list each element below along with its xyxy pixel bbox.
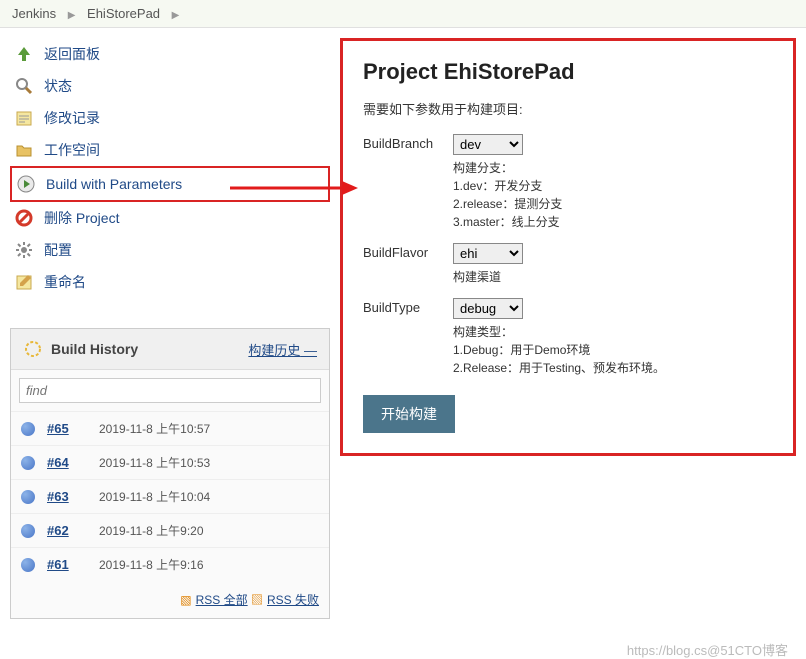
sidebar-item-status[interactable]: 状态: [10, 70, 330, 102]
build-button[interactable]: 开始构建: [363, 395, 455, 433]
breadcrumb-root[interactable]: Jenkins: [12, 6, 56, 21]
type-select[interactable]: debug: [453, 298, 523, 319]
build-history-panel: Build History 构建历史 — #65 2019-11-8 上午10:…: [10, 328, 330, 619]
build-row[interactable]: #64 2019-11-8 上午10:53: [11, 445, 329, 479]
build-history-title: Build History: [51, 341, 138, 357]
sidebar-item-configure[interactable]: 配置: [10, 234, 330, 266]
build-history-search[interactable]: [19, 378, 321, 403]
sidebar-item-label: 返回面板: [44, 44, 100, 64]
gear-icon: [14, 240, 34, 260]
sidebar-item-changes[interactable]: 修改记录: [10, 102, 330, 134]
search-icon: [14, 76, 34, 96]
param-help: 构建类型： 1.Debug：用于Demo环境 2.Release：用于Testi…: [453, 323, 665, 377]
rss-icon: ▧: [251, 593, 263, 607]
status-ball-icon: [21, 422, 35, 436]
sidebar-item-label: Build with Parameters: [46, 176, 182, 192]
breadcrumb-project[interactable]: EhiStorePad: [87, 6, 160, 21]
param-label: BuildFlavor: [363, 243, 453, 286]
sidebar-item-label: 删除 Project: [44, 208, 119, 228]
build-number[interactable]: #63: [47, 489, 87, 504]
sidebar-item-label: 配置: [44, 240, 72, 260]
build-form: Project EhiStorePad 需要如下参数用于构建项目: BuildB…: [340, 38, 796, 456]
build-history-header: Build History 构建历史 —: [11, 329, 329, 370]
sidebar-item-workspace[interactable]: 工作空间: [10, 134, 330, 166]
breadcrumb-sep: ▶: [68, 10, 76, 21]
status-ball-icon: [21, 490, 35, 504]
param-label: BuildBranch: [363, 134, 453, 231]
build-row[interactable]: #63 2019-11-8 上午10:04: [11, 479, 329, 513]
status-ball-icon: [21, 558, 35, 572]
edit-icon: [14, 272, 34, 292]
page-title: Project EhiStorePad: [363, 59, 773, 85]
trend-icon: [23, 339, 43, 359]
param-help: 构建分支： 1.dev：开发分支 2.release：提测分支 3.master…: [453, 159, 562, 231]
forbidden-icon: [14, 208, 34, 228]
build-history-link[interactable]: 构建历史 —: [248, 340, 317, 359]
flavor-select[interactable]: ehi: [453, 243, 523, 264]
sidebar-item-label: 工作空间: [44, 140, 100, 160]
build-time: 2019-11-8 上午10:53: [99, 454, 210, 471]
status-ball-icon: [21, 524, 35, 538]
watermark: https://blog.cs@51CTO博客: [627, 640, 788, 659]
main-panel: Project EhiStorePad 需要如下参数用于构建项目: BuildB…: [340, 38, 796, 619]
sidebar-item-label: 状态: [44, 76, 72, 96]
build-time: 2019-11-8 上午9:20: [99, 522, 204, 539]
status-ball-icon: [21, 456, 35, 470]
sidebar-item-back[interactable]: 返回面板: [10, 38, 330, 70]
build-row[interactable]: #61 2019-11-8 上午9:16: [11, 547, 329, 581]
param-flavor: BuildFlavor ehi 构建渠道: [363, 243, 773, 286]
sidebar-item-label: 重命名: [44, 272, 86, 292]
notepad-icon: [14, 108, 34, 128]
build-time: 2019-11-8 上午10:57: [99, 420, 210, 437]
rss-all-link[interactable]: RSS 全部: [196, 593, 248, 607]
build-time: 2019-11-8 上午9:16: [99, 556, 204, 573]
up-arrow-icon: [14, 44, 34, 64]
branch-select[interactable]: dev: [453, 134, 523, 155]
sidebar-item-label: 修改记录: [44, 108, 100, 128]
sidebar-item-rename[interactable]: 重命名: [10, 266, 330, 298]
build-number[interactable]: #64: [47, 455, 87, 470]
param-label: BuildType: [363, 298, 453, 377]
breadcrumb-sep: ▶: [172, 10, 180, 21]
sidebar-item-delete[interactable]: 删除 Project: [10, 202, 330, 234]
build-number[interactable]: #65: [47, 421, 87, 436]
build-number[interactable]: #62: [47, 523, 87, 538]
param-help: 构建渠道: [453, 268, 523, 286]
annotation-arrow-icon: [230, 178, 360, 198]
param-type: BuildType debug 构建类型： 1.Debug：用于Demo环境 2…: [363, 298, 773, 377]
clock-play-icon: [16, 174, 36, 194]
breadcrumb: Jenkins ▶ EhiStorePad ▶: [0, 0, 806, 28]
form-description: 需要如下参数用于构建项目:: [363, 99, 773, 118]
rss-icon: ▧: [180, 593, 191, 607]
build-number[interactable]: #61: [47, 557, 87, 572]
build-row[interactable]: #65 2019-11-8 上午10:57: [11, 411, 329, 445]
build-row[interactable]: #62 2019-11-8 上午9:20: [11, 513, 329, 547]
sidebar: 返回面板 状态 修改记录 工作空间 Build with Parameters …: [10, 38, 340, 619]
build-time: 2019-11-8 上午10:04: [99, 488, 210, 505]
rss-links: ▧RSS 全部 ▧RSS 失败: [11, 581, 329, 618]
folder-icon: [14, 140, 34, 160]
param-branch: BuildBranch dev 构建分支： 1.dev：开发分支 2.relea…: [363, 134, 773, 231]
rss-failed-link[interactable]: RSS 失败: [267, 593, 319, 607]
